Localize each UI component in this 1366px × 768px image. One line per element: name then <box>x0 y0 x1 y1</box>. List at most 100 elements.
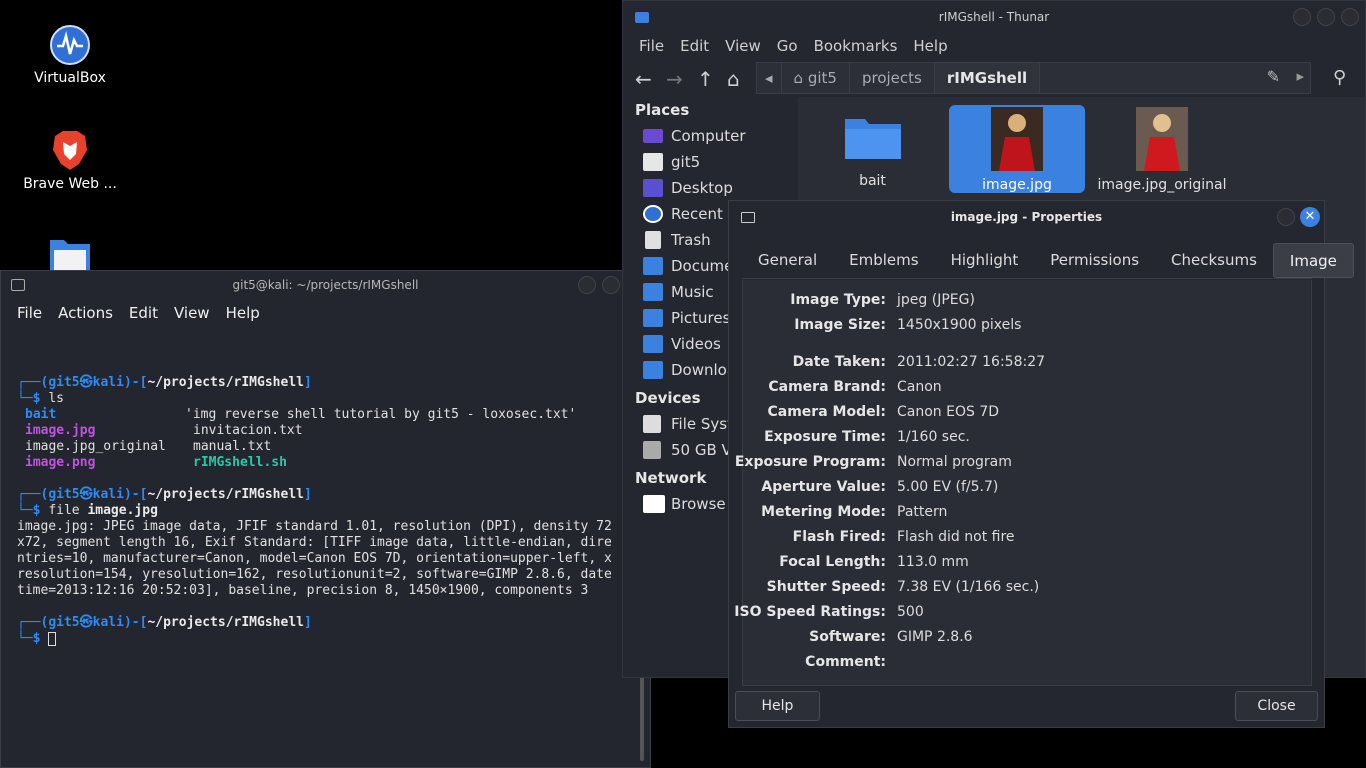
properties-tabs: General Emblems Highlight Permissions Ch… <box>742 243 1354 279</box>
info-value[interactable]: jpeg (JPEG) <box>897 292 975 308</box>
file-label: image.jpg_original <box>1097 177 1227 193</box>
file-item-image-jpg[interactable]: image.jpg <box>949 105 1085 193</box>
minimize-button[interactable] <box>1293 8 1311 26</box>
prompt-host: kali <box>92 487 124 502</box>
info-label: Focal Length: <box>779 554 886 570</box>
minimize-button[interactable] <box>1277 208 1295 226</box>
info-label: ISO Speed Ratings: <box>734 604 886 620</box>
help-button[interactable]: Help <box>735 691 820 721</box>
path-left-arrow-icon[interactable]: ◂ <box>757 63 782 93</box>
terminal-titlebar[interactable]: git5@kali: ~/projects/rIMGshell <box>1 271 650 299</box>
desktop-icon-label: Brave Web ... <box>23 176 117 192</box>
terminal-output[interactable]: ┌──(git5㉿kali)-[~/projects/rIMGshell] └─$… <box>1 351 636 679</box>
path-seg-git5[interactable]: ⌂ git5 <box>782 63 850 93</box>
minimize-button[interactable] <box>578 276 596 294</box>
terminal-window[interactable]: git5@kali: ~/projects/rIMGshell File Act… <box>0 270 651 768</box>
path-seg-rimgshell[interactable]: rIMGshell <box>934 63 1041 93</box>
info-row: ISO Speed Ratings: 500 <box>734 604 1313 629</box>
info-value[interactable]: 7.38 EV (1/166 sec.) <box>897 579 1039 595</box>
menu-actions[interactable]: Actions <box>50 304 121 322</box>
maximize-button[interactable] <box>602 276 620 294</box>
desktop-icon-virtualbox[interactable]: VirtualBox <box>15 24 125 86</box>
back-arrow-icon[interactable]: ← <box>635 67 652 91</box>
folder-icon <box>844 119 901 159</box>
sidebar-item-computer[interactable]: Computer <box>623 123 798 149</box>
info-value[interactable]: Canon <box>897 379 942 395</box>
info-value[interactable]: Normal program <box>897 454 1012 470</box>
tab-highlight[interactable]: Highlight <box>935 243 1035 278</box>
info-label: Software: <box>809 629 886 645</box>
search-icon[interactable]: ⚲ <box>1333 67 1346 88</box>
maximize-button[interactable] <box>1317 8 1335 26</box>
menu-bookmarks[interactable]: Bookmarks <box>806 37 906 55</box>
info-value[interactable]: 1/160 sec. <box>897 429 970 445</box>
info-label: Exposure Program: <box>734 454 886 470</box>
file-item-image-jpg-original[interactable]: image.jpg_original <box>1094 105 1230 193</box>
output-line: image.jpg: JPEG image data, JFIF standar… <box>17 519 612 534</box>
menu-view[interactable]: View <box>166 304 218 322</box>
menu-file[interactable]: File <box>631 37 672 55</box>
menu-file[interactable]: File <box>9 304 50 322</box>
path-right-arrow-icon[interactable]: ▸ <box>1296 67 1304 85</box>
thunar-titlebar[interactable]: rIMGshell - Thunar <box>623 1 1365 33</box>
ls-entry: bait <box>25 407 57 422</box>
sidebar-label: Pictures <box>671 309 731 327</box>
info-value[interactable]: 500 <box>897 604 924 620</box>
properties-titlebar[interactable]: image.jpg - Properties ✕ <box>729 201 1324 233</box>
desktop-icon-label: VirtualBox <box>34 70 106 86</box>
edit-pencil-icon[interactable]: ✎ <box>1267 67 1280 86</box>
info-row: Exposure Time: 1/160 sec. <box>743 429 1313 454</box>
tab-image[interactable]: Image <box>1272 243 1354 278</box>
path-seg-projects[interactable]: projects <box>850 63 935 93</box>
info-row: Exposure Program: Normal program <box>735 454 1313 479</box>
command-line: └─$ <box>17 631 636 647</box>
file-item-bait[interactable]: bait <box>810 105 935 193</box>
forward-arrow-icon[interactable]: → <box>666 67 683 91</box>
sidebar-label: Computer <box>671 127 746 145</box>
info-label: Aperture Value: <box>761 479 886 495</box>
home-icon[interactable]: ⌂ <box>727 67 740 91</box>
info-value[interactable]: Pattern <box>897 504 947 520</box>
virtualbox-icon <box>49 24 91 66</box>
properties-dialog[interactable]: image.jpg - Properties ✕ General Emblems… <box>728 200 1354 728</box>
tab-checksums[interactable]: Checksums <box>1155 243 1273 278</box>
info-value[interactable]: 1450x1900 pixels <box>897 317 1021 333</box>
info-value[interactable]: 113.0 mm <box>897 554 969 570</box>
desktop-folder-icon[interactable] <box>48 236 92 270</box>
music-folder-icon <box>643 283 663 301</box>
info-row: Aperture Value: 5.00 EV (f/5.7) <box>743 479 1313 504</box>
close-button[interactable] <box>1341 8 1359 26</box>
prompt-path: ~/projects/rIMGshell <box>147 487 304 502</box>
tab-general[interactable]: General <box>742 243 833 278</box>
info-value[interactable]: GIMP 2.8.6 <box>897 629 973 645</box>
info-label: Comment: <box>805 654 886 670</box>
menu-go[interactable]: Go <box>769 37 806 55</box>
desktop-icon-brave[interactable]: Brave Web ... <box>15 128 125 192</box>
cursor <box>48 631 57 646</box>
output-line: time=2013:12:16 20:52:03], baseline, pre… <box>17 583 589 598</box>
file-label: image.jpg <box>982 177 1052 193</box>
sidebar-item-desktop[interactable]: Desktop <box>623 175 798 201</box>
info-value[interactable]: 2011:02:27 16:58:27 <box>897 354 1045 370</box>
menu-edit[interactable]: Edit <box>672 37 717 55</box>
close-button[interactable]: Close <box>1235 691 1318 721</box>
info-value[interactable]: Canon EOS 7D <box>897 404 999 420</box>
menu-help[interactable]: Help <box>905 37 955 55</box>
info-value[interactable]: 5.00 EV (f/5.7) <box>897 479 998 495</box>
info-row: Image Size: 1450x1900 pixels <box>743 317 1313 342</box>
ls-entry: image.png <box>25 455 96 470</box>
menu-help[interactable]: Help <box>218 304 268 322</box>
info-label: Date Taken: <box>792 354 886 370</box>
close-icon[interactable]: ✕ <box>1300 207 1320 227</box>
ls-entry: 'img reverse shell tutorial by git5 - lo… <box>185 407 577 422</box>
ls-row: bait 'img reverse shell tutorial by git5 … <box>17 407 636 423</box>
info-value[interactable]: Flash did not fire <box>897 529 1015 545</box>
menu-edit[interactable]: Edit <box>121 304 166 322</box>
tab-permissions[interactable]: Permissions <box>1034 243 1155 278</box>
sidebar-label: Desktop <box>671 179 733 197</box>
clock-icon <box>643 205 663 223</box>
tab-emblems[interactable]: Emblems <box>833 243 934 278</box>
sidebar-item-git5[interactable]: git5 <box>623 149 798 175</box>
menu-view[interactable]: View <box>717 37 769 55</box>
up-arrow-icon[interactable]: ↑ <box>697 67 714 91</box>
